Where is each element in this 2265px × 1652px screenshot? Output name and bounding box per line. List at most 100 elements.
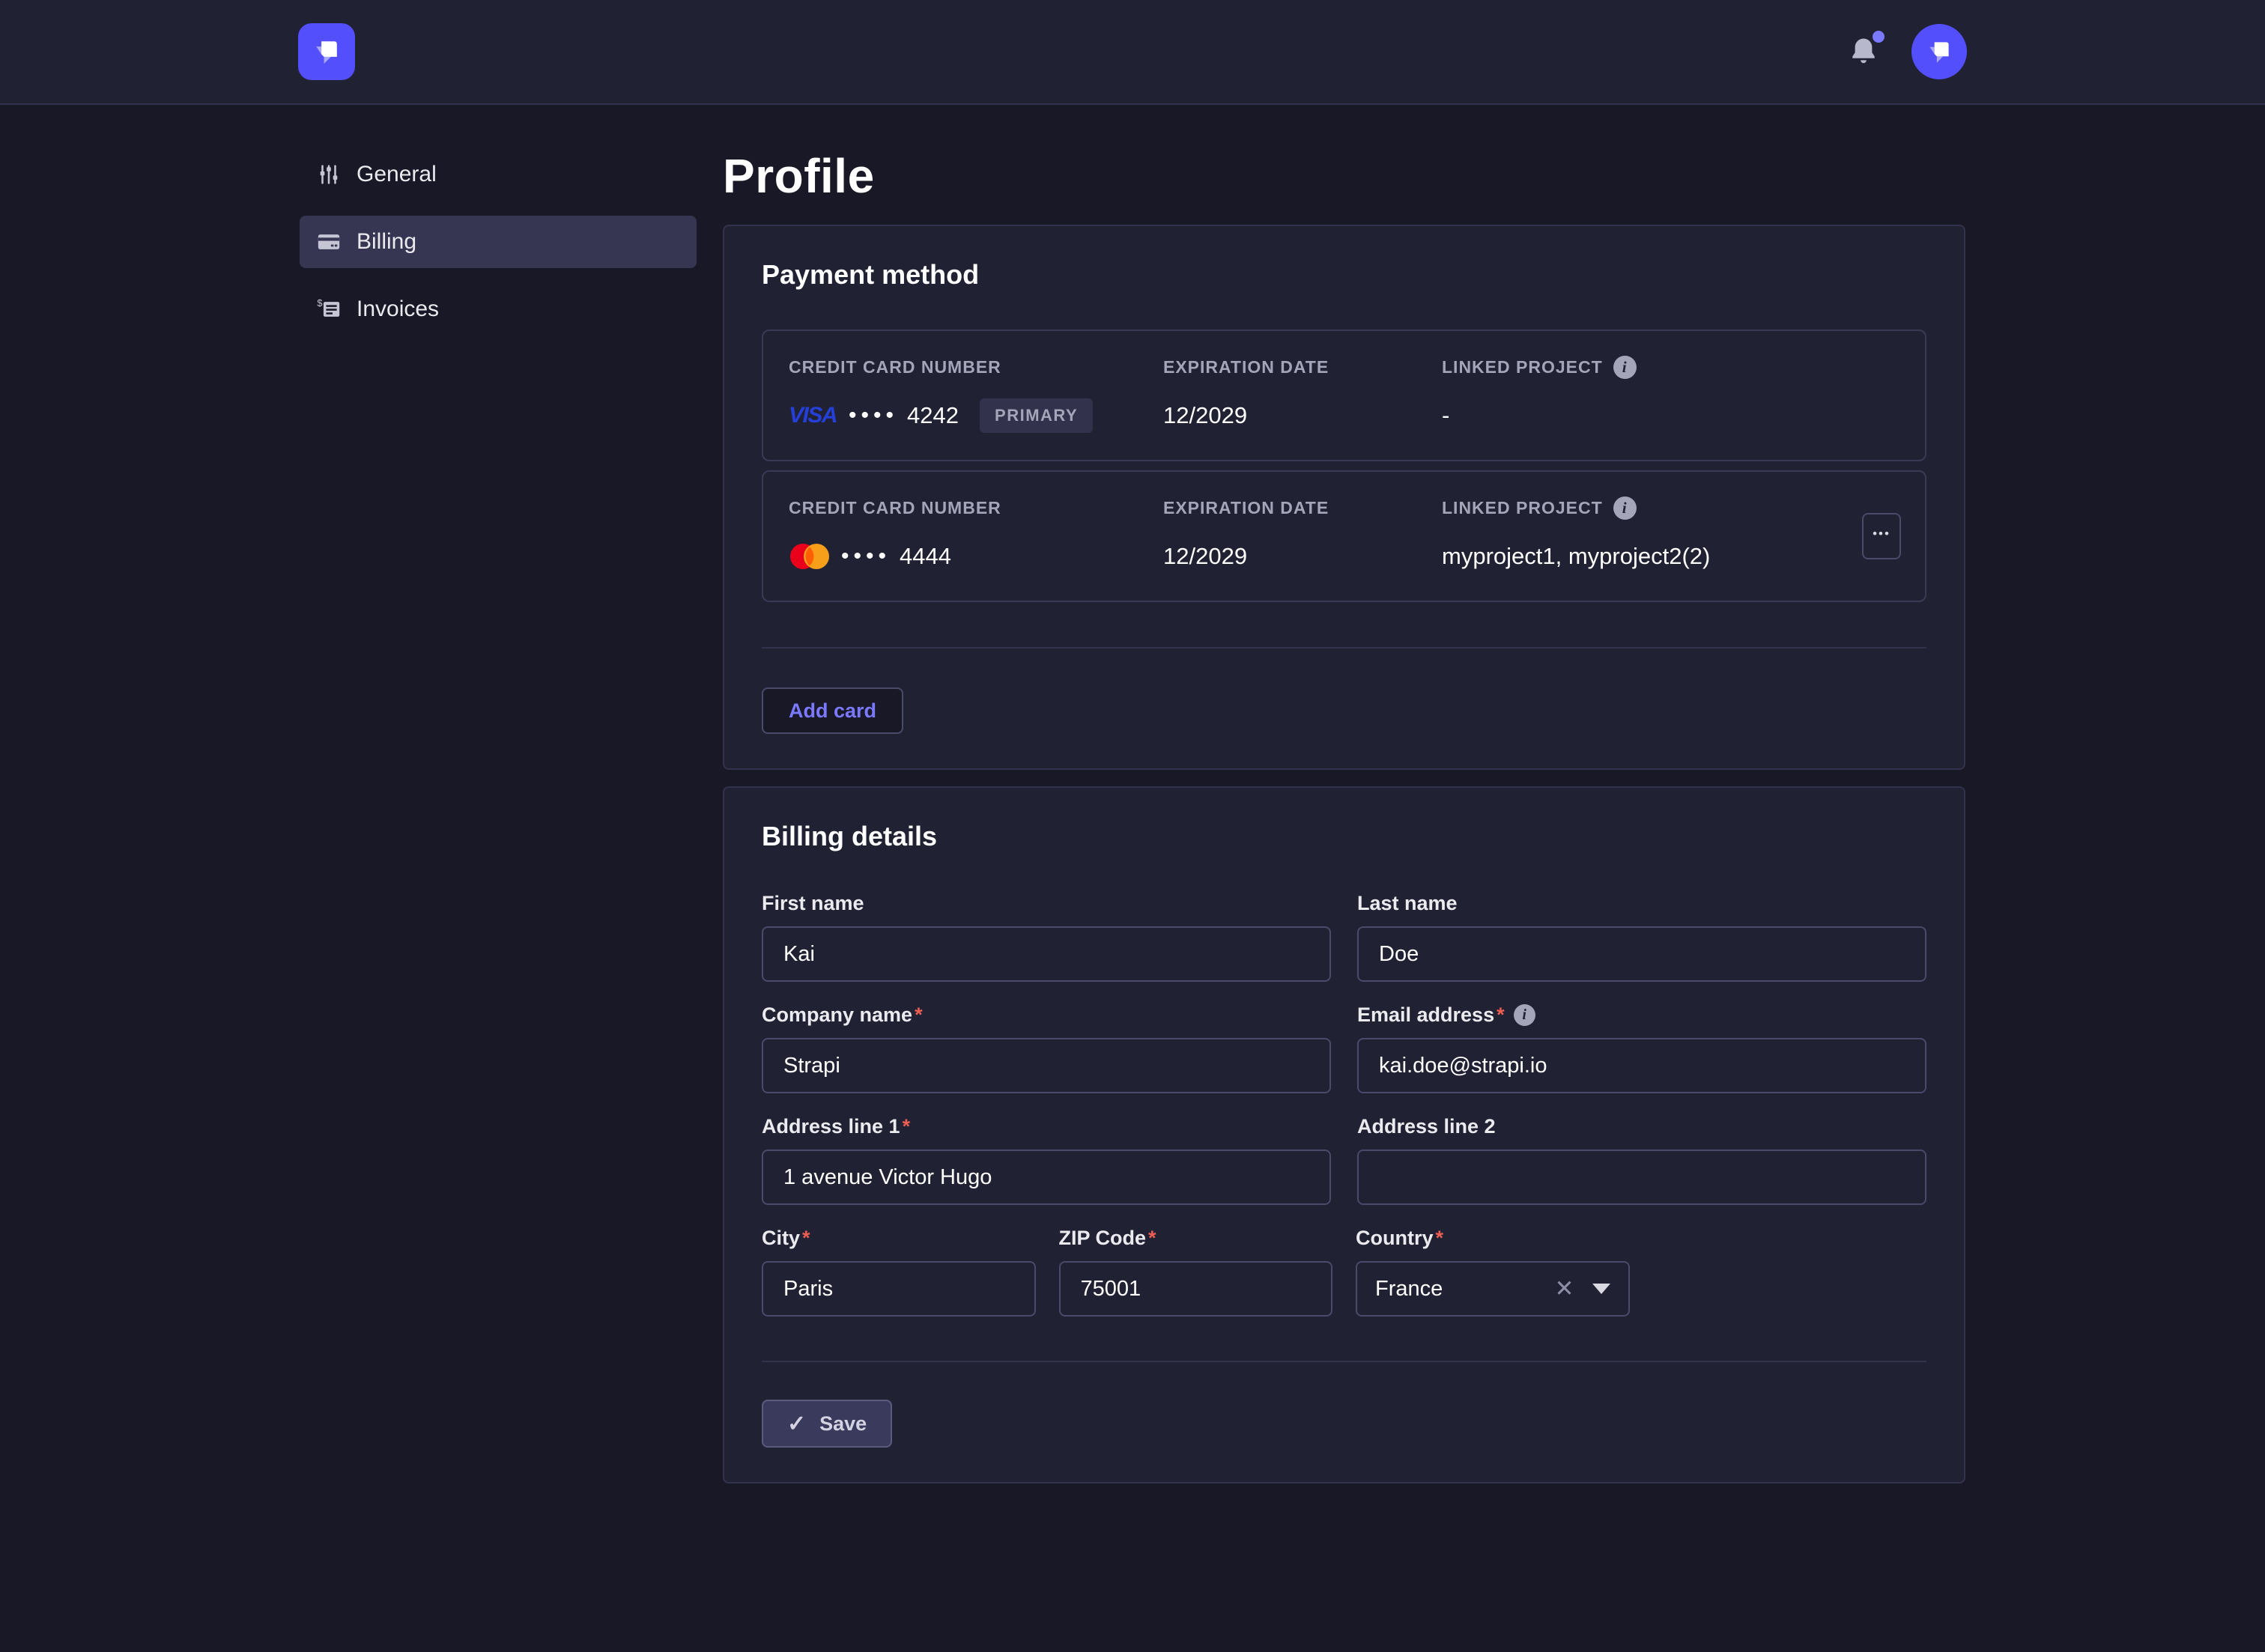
label-text: City xyxy=(762,1227,800,1250)
label-text: Country xyxy=(1356,1227,1434,1250)
page-title: Profile xyxy=(723,148,1965,204)
label-text: Address line 2 xyxy=(1357,1115,1496,1138)
billing-form-row-location: City* ZIP Code* Country* France xyxy=(762,1226,1926,1317)
field-address-line-1: Address line 1* xyxy=(762,1114,1331,1205)
sidebar-item-invoices[interactable]: $ Invoices xyxy=(300,283,697,335)
notifications-button[interactable] xyxy=(1846,32,1882,71)
card-actions-button[interactable]: ••• xyxy=(1862,513,1901,559)
address-line-2-label: Address line 2 xyxy=(1357,1114,1926,1138)
first-name-label: First name xyxy=(762,891,1331,915)
cc-number-label: CREDIT CARD NUMBER xyxy=(789,355,1163,379)
field-company-name: Company name* xyxy=(762,1003,1331,1093)
billing-details-heading: Billing details xyxy=(762,821,1926,852)
credit-card-row-visa: CREDIT CARD NUMBER VISA •••• 4242 PRIMAR… xyxy=(762,330,1926,461)
user-avatar[interactable] xyxy=(1911,24,1967,79)
invoice-icon: $ xyxy=(316,297,342,322)
payment-method-card: Payment method CREDIT CARD NUMBER VISA •… xyxy=(723,225,1965,770)
sidebar-item-general[interactable]: General xyxy=(300,148,697,201)
required-asterisk: * xyxy=(1148,1227,1156,1250)
cc-last4: 4242 xyxy=(907,402,959,429)
linked-project-label-text: LINKED PROJECT xyxy=(1442,498,1603,518)
linked-project-value: - xyxy=(1442,398,1899,433)
check-icon: ✓ xyxy=(787,1411,806,1437)
address-line-1-input[interactable] xyxy=(762,1150,1331,1205)
save-button[interactable]: ✓ Save xyxy=(762,1400,892,1448)
billing-form-grid: First name Last name Company name* xyxy=(762,891,1926,1205)
sidebar-item-label: Invoices xyxy=(357,297,439,322)
required-asterisk: * xyxy=(1436,1227,1444,1250)
email-address-label: Email address* i xyxy=(1357,1003,1926,1027)
field-last-name: Last name xyxy=(1357,891,1926,982)
strapi-logo-button[interactable] xyxy=(298,23,355,80)
cc-number-col: CREDIT CARD NUMBER VISA •••• 4242 PRIMAR… xyxy=(789,355,1163,433)
label-text: Last name xyxy=(1357,892,1458,915)
country-select-value: France xyxy=(1375,1277,1555,1302)
app-header xyxy=(0,0,2265,105)
add-card-button[interactable]: Add card xyxy=(762,687,903,734)
content-container: General Billing $ xyxy=(300,105,1965,1484)
billing-details-card: Billing details First name Last name xyxy=(723,786,1965,1484)
linked-project-label: LINKED PROJECT i xyxy=(1442,496,1899,520)
primary-badge: PRIMARY xyxy=(980,398,1093,433)
save-button-label: Save xyxy=(819,1412,867,1436)
field-country: Country* France ✕ xyxy=(1356,1226,1630,1317)
visa-logo: VISA xyxy=(789,403,837,428)
cc-linked-col: LINKED PROJECT i - xyxy=(1442,355,1899,433)
label-text: Address line 1 xyxy=(762,1115,900,1138)
divider xyxy=(762,647,1926,649)
sidebar-item-label: Billing xyxy=(357,229,416,255)
credit-card-row-mastercard: CREDIT CARD NUMBER •••• 4444 xyxy=(762,470,1926,602)
email-address-input[interactable] xyxy=(1357,1038,1926,1093)
label-text: ZIP Code xyxy=(1059,1227,1147,1250)
field-zip-code: ZIP Code* xyxy=(1059,1226,1333,1317)
required-asterisk: * xyxy=(802,1227,810,1250)
sidebar-item-billing[interactable]: Billing xyxy=(300,216,697,268)
header-actions xyxy=(1846,24,1967,79)
expiration-value: 12/2029 xyxy=(1163,539,1442,574)
address-line-1-label: Address line 1* xyxy=(762,1114,1331,1138)
linked-project-value: myproject1, myproject2(2) xyxy=(1442,539,1899,574)
label-text: First name xyxy=(762,892,864,915)
notification-badge xyxy=(1873,31,1885,43)
info-icon[interactable]: i xyxy=(1514,1004,1535,1026)
cc-expiration-col: EXPIRATION DATE 12/2029 xyxy=(1163,355,1442,433)
cc-linked-col: LINKED PROJECT i myproject1, myproject2(… xyxy=(1442,496,1899,574)
last-name-input[interactable] xyxy=(1357,926,1926,982)
company-name-input[interactable] xyxy=(762,1038,1331,1093)
linked-project-label: LINKED PROJECT i xyxy=(1442,355,1899,379)
info-icon[interactable]: i xyxy=(1613,356,1637,379)
avatar-strapi-glyph xyxy=(1923,36,1955,67)
grid-spacer xyxy=(1653,1226,1927,1317)
clear-icon[interactable]: ✕ xyxy=(1555,1275,1574,1302)
field-address-line-2: Address line 2 xyxy=(1357,1114,1926,1205)
info-icon[interactable]: i xyxy=(1613,496,1637,520)
company-name-label: Company name* xyxy=(762,1003,1331,1027)
field-email-address: Email address* i xyxy=(1357,1003,1926,1093)
required-asterisk: * xyxy=(915,1003,923,1027)
linked-project-label-text: LINKED PROJECT xyxy=(1442,357,1603,377)
zip-code-label: ZIP Code* xyxy=(1059,1226,1333,1250)
main-content: Profile Payment method CREDIT CARD NUMBE… xyxy=(723,148,1965,1484)
cc-last4: 4444 xyxy=(900,543,951,570)
chevron-down-icon xyxy=(1592,1284,1610,1294)
label-text: Company name xyxy=(762,1003,912,1027)
cc-number-label: CREDIT CARD NUMBER xyxy=(789,496,1163,520)
field-city: City* xyxy=(762,1226,1036,1317)
payment-method-heading: Payment method xyxy=(762,259,1926,291)
first-name-input[interactable] xyxy=(762,926,1331,982)
cc-number-value: •••• 4444 xyxy=(789,539,1163,574)
cc-expiration-col: EXPIRATION DATE 12/2029 xyxy=(1163,496,1442,574)
svg-text:$: $ xyxy=(317,297,322,309)
ellipsis-icon: ••• xyxy=(1873,526,1890,541)
city-input[interactable] xyxy=(762,1261,1036,1317)
expiration-label: EXPIRATION DATE xyxy=(1163,496,1442,520)
zip-code-input[interactable] xyxy=(1059,1261,1333,1317)
label-text: Email address xyxy=(1357,1003,1494,1027)
city-label: City* xyxy=(762,1226,1036,1250)
strapi-logo-icon xyxy=(309,34,344,69)
country-select[interactable]: France ✕ xyxy=(1356,1261,1630,1317)
address-line-2-input[interactable] xyxy=(1357,1150,1926,1205)
masked-digits: •••• xyxy=(841,544,891,569)
masked-digits: •••• xyxy=(849,403,898,428)
credit-card-icon xyxy=(316,229,342,255)
